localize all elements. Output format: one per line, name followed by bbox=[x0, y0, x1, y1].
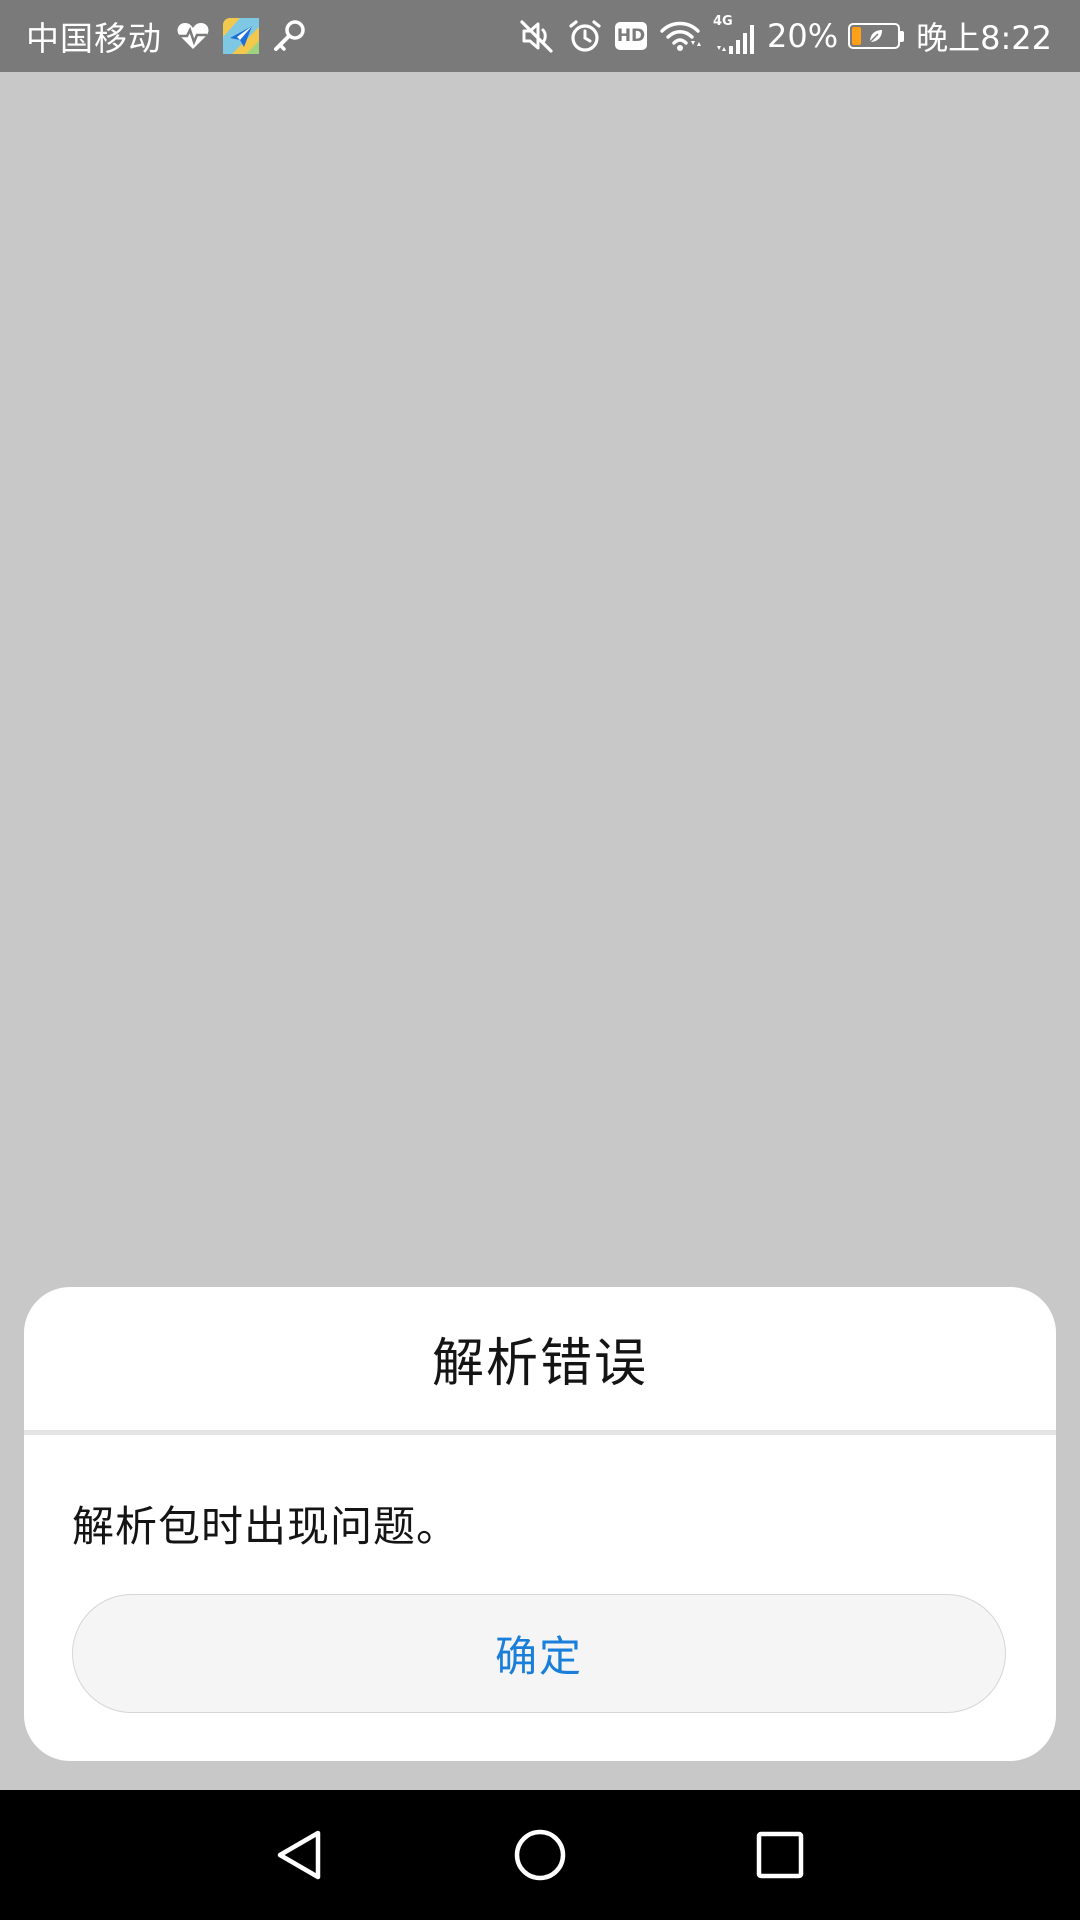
heart-health-icon bbox=[176, 21, 210, 51]
battery-percent: 20% bbox=[767, 17, 839, 55]
status-bar-left: 中国移动 bbox=[26, 0, 312, 72]
back-button[interactable] bbox=[230, 1790, 370, 1920]
battery-level-fill bbox=[852, 27, 862, 45]
hd-icon: HD bbox=[615, 22, 647, 50]
status-bar-right: HD 4G 20% 晚上8:22 bbox=[513, 0, 1056, 72]
clock-time: 晚上8:22 bbox=[916, 19, 1052, 57]
battery-tip bbox=[900, 30, 905, 42]
mute-icon bbox=[519, 18, 555, 54]
screen: 中国移动 HD 4G 20% 晚上8:22 解析错误 解析包时出现问题。 确定 bbox=[0, 0, 1080, 1920]
dialog-title: 解析错误 bbox=[431, 1334, 648, 1394]
dialog-divider bbox=[24, 1430, 1056, 1435]
hd-label: HD bbox=[615, 22, 647, 50]
navigation-bar bbox=[0, 1790, 1080, 1920]
battery-saver-leaf-icon bbox=[869, 30, 883, 43]
home-circle-icon bbox=[514, 1829, 566, 1881]
recents-button[interactable] bbox=[710, 1790, 850, 1920]
back-triangle-icon bbox=[277, 1830, 321, 1880]
wifi-icon bbox=[659, 19, 701, 53]
alarm-icon bbox=[567, 18, 603, 54]
ok-button[interactable]: 确定 bbox=[72, 1594, 1006, 1713]
status-bar: 中国移动 HD 4G 20% 晚上8:22 bbox=[0, 0, 1080, 72]
recents-square-icon bbox=[756, 1831, 804, 1879]
battery-icon bbox=[848, 23, 901, 49]
carrier-name: 中国移动 bbox=[26, 19, 162, 58]
signal-icon: 4G bbox=[713, 14, 757, 56]
key-icon bbox=[272, 19, 306, 53]
home-button[interactable] bbox=[470, 1790, 610, 1920]
parse-error-dialog: 解析错误 解析包时出现问题。 确定 bbox=[24, 1287, 1056, 1761]
travel-app-icon bbox=[222, 17, 260, 55]
dialog-message: 解析包时出现问题。 bbox=[72, 1502, 460, 1551]
